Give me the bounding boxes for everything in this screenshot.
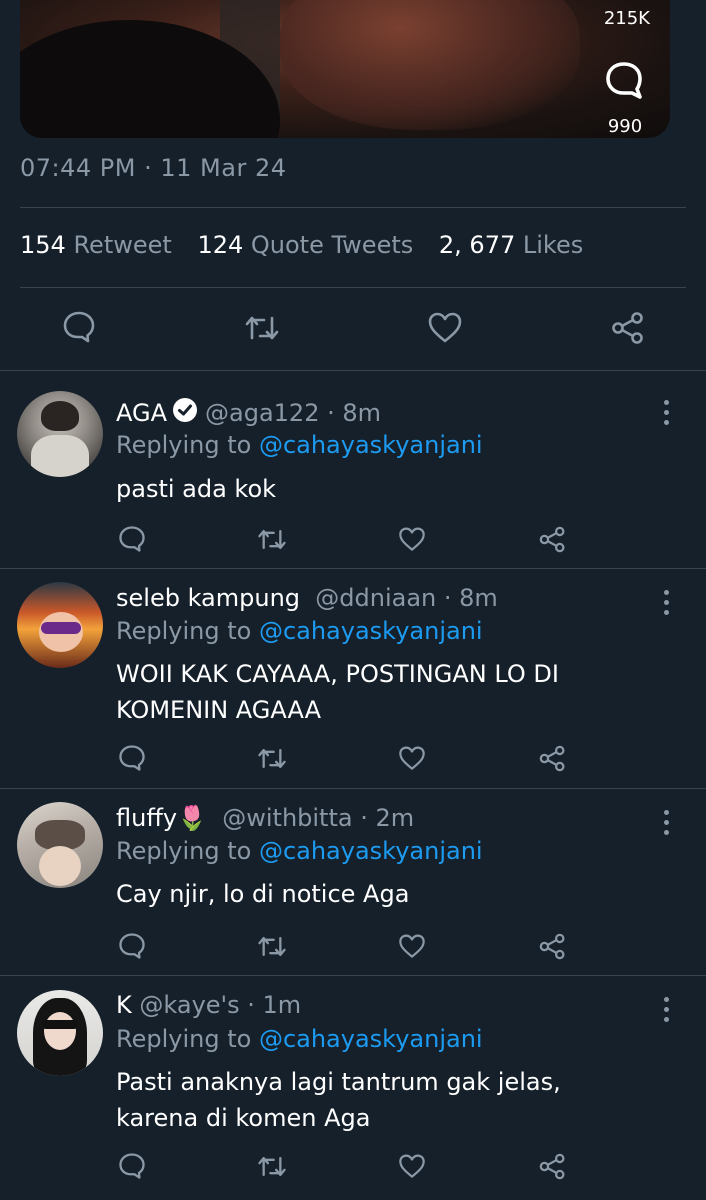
replying-to-link[interactable]: @cahayaskyanjani xyxy=(259,837,483,865)
avatar[interactable] xyxy=(17,802,103,888)
reply-text: pasti ada kok xyxy=(116,475,277,503)
retweets-stat[interactable]: 154 Retweet xyxy=(20,231,172,259)
reply-text: Cay njir, lo di notice Aga xyxy=(116,880,410,908)
verified-icon xyxy=(173,398,198,422)
reply-header: seleb kampung @ddniaan · 8m xyxy=(116,584,498,612)
retweet-icon[interactable] xyxy=(257,933,287,960)
tweet-stats: 154 Retweet 124 Quote Tweets 2, 677 Like… xyxy=(20,231,601,259)
avatar[interactable] xyxy=(17,391,103,477)
tweet-timestamp: 07:44 PM · 11 Mar 24 xyxy=(20,154,287,182)
reply-header: fluffy🌷 @withbitta · 2m xyxy=(116,804,414,832)
quotes-count: 124 xyxy=(197,231,244,259)
reply-actions xyxy=(0,1152,706,1184)
reply-author-name[interactable]: seleb kampung xyxy=(116,584,300,612)
reply-header: K @kaye's · 1m xyxy=(116,991,301,1019)
avatar[interactable] xyxy=(17,582,103,668)
replying-to: Replying to @cahayaskyanjani xyxy=(116,837,483,865)
media-figure xyxy=(280,0,580,130)
likes-stat[interactable]: 2, 677 Likes xyxy=(439,231,583,259)
replying-to-link[interactable]: @cahayaskyanjani xyxy=(259,1025,483,1053)
share-icon[interactable] xyxy=(610,310,646,346)
reply-handle[interactable]: @aga122 · 8m xyxy=(205,399,381,427)
retweet-icon[interactable] xyxy=(257,1153,287,1180)
media-comment-icon[interactable] xyxy=(604,60,644,100)
divider xyxy=(20,207,686,208)
quotes-label: Quote Tweets xyxy=(250,231,414,259)
comment-icon[interactable] xyxy=(118,932,146,960)
replying-to: Replying to @cahayaskyanjani xyxy=(116,431,483,459)
likes-label: Likes xyxy=(522,231,584,259)
reply-actions xyxy=(0,932,706,964)
reply-item[interactable]: K @kaye's · 1m Replying to @cahayaskyanj… xyxy=(0,975,706,1195)
replying-to-link[interactable]: @cahayaskyanjani xyxy=(259,431,483,459)
heart-icon[interactable] xyxy=(427,311,463,345)
comment-icon[interactable] xyxy=(118,525,146,553)
more-icon[interactable] xyxy=(664,810,670,840)
comment-icon[interactable] xyxy=(118,1152,146,1180)
share-icon[interactable] xyxy=(538,744,567,773)
retweet-icon[interactable] xyxy=(244,312,280,344)
heart-icon[interactable] xyxy=(398,1153,426,1180)
reply-item[interactable]: AGA @aga122 · 8m Replying to @cahayaskyan… xyxy=(0,370,706,568)
more-icon[interactable] xyxy=(664,400,670,430)
share-icon[interactable] xyxy=(538,1152,567,1181)
comment-icon[interactable] xyxy=(62,310,96,344)
replying-to: Replying to @cahayaskyanjani xyxy=(116,1025,483,1053)
reply-author-name[interactable]: fluffy xyxy=(116,804,177,832)
heart-icon[interactable] xyxy=(398,745,426,772)
reply-header: AGA @aga122 · 8m xyxy=(116,396,381,427)
reply-actions xyxy=(0,525,706,557)
more-icon[interactable] xyxy=(664,590,670,620)
replying-to: Replying to @cahayaskyanjani xyxy=(116,617,483,645)
likes-count: 2, 677 xyxy=(438,231,516,259)
media-preview[interactable] xyxy=(20,0,670,138)
reply-handle[interactable]: @withbitta · 2m xyxy=(222,804,414,832)
quotes-stat[interactable]: 124 Quote Tweets xyxy=(197,231,413,259)
reply-text: WOII KAK CAYAAA, POSTINGAN LO DI KOMENIN… xyxy=(116,660,559,724)
avatar[interactable] xyxy=(17,990,103,1076)
heart-icon[interactable] xyxy=(398,933,426,960)
retweets-label: Retweet xyxy=(73,231,172,259)
media-comments-count: 990 xyxy=(607,116,643,137)
replying-prefix: Replying to xyxy=(116,617,259,645)
reply-text: Pasti anaknya lagi tantrum gak jelas, ka… xyxy=(116,1068,561,1132)
share-icon[interactable] xyxy=(538,525,567,554)
replying-to-link[interactable]: @cahayaskyanjani xyxy=(259,617,483,645)
divider xyxy=(20,287,686,288)
comment-icon[interactable] xyxy=(118,744,146,772)
reply-handle[interactable]: @ddniaan · 8m xyxy=(315,584,498,612)
share-icon[interactable] xyxy=(538,932,567,961)
heart-icon[interactable] xyxy=(398,526,426,553)
reply-item[interactable]: seleb kampung @ddniaan · 8m Replying to … xyxy=(0,568,706,788)
media-views-count: 215K xyxy=(603,8,650,29)
reply-actions xyxy=(0,744,706,776)
retweets-count: 154 xyxy=(20,231,66,259)
more-icon[interactable] xyxy=(664,997,670,1027)
reply-author-name[interactable]: K xyxy=(116,991,132,1019)
reply-author-name[interactable]: AGA xyxy=(116,399,167,427)
reply-item[interactable]: fluffy🌷 @withbitta · 2m Replying to @cah… xyxy=(0,788,706,975)
tulip-emoji: 🌷 xyxy=(177,804,207,832)
reply-handle[interactable]: @kaye's · 1m xyxy=(139,991,301,1019)
tweet-actions xyxy=(0,308,706,348)
retweet-icon[interactable] xyxy=(257,526,287,553)
retweet-icon[interactable] xyxy=(257,745,287,772)
replying-prefix: Replying to xyxy=(116,837,259,865)
replying-prefix: Replying to xyxy=(116,1025,259,1053)
replying-prefix: Replying to xyxy=(116,431,259,459)
